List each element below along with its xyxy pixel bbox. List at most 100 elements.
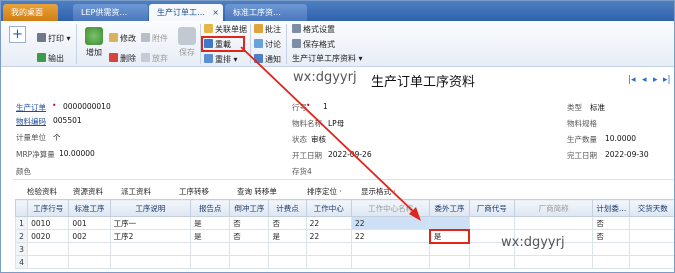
col-header[interactable]: 厂商代号 — [468, 199, 515, 217]
save-button[interactable]: 保存 — [177, 27, 197, 58]
cell[interactable]: 001 — [68, 216, 111, 230]
tab-standard-process[interactable]: 标准工序资… — [225, 4, 307, 21]
nav-last-icon[interactable]: ▸| — [663, 75, 671, 85]
add-button[interactable]: 增加 — [83, 27, 105, 58]
cell[interactable]: 否 — [229, 216, 270, 230]
tab-production-order-process[interactable]: 生产订单工… × — [149, 4, 223, 21]
col-header[interactable]: 计费点 — [268, 199, 307, 217]
cell[interactable]: 否 — [592, 229, 631, 243]
print-button[interactable]: 打印 ▾ — [37, 33, 71, 44]
cell[interactable]: 22 — [350, 216, 431, 230]
reorder-button[interactable]: 重排 ▾ — [204, 54, 238, 65]
cell[interactable] — [468, 216, 515, 230]
notify-button[interactable]: 通知 — [254, 54, 281, 65]
col-header[interactable]: 报告点 — [190, 199, 231, 217]
cell[interactable] — [190, 242, 231, 256]
cell[interactable] — [268, 242, 307, 256]
save-format-button[interactable]: 保存格式 — [292, 39, 335, 50]
col-header[interactable]: 交货天数 — [629, 199, 674, 217]
cell[interactable] — [629, 255, 674, 269]
cell[interactable] — [27, 255, 70, 269]
material-name-value[interactable]: LP母 — [328, 118, 344, 129]
cell[interactable] — [513, 255, 594, 269]
export-button[interactable]: 输出 — [37, 53, 64, 64]
display-format-button[interactable]: 显示格式 · — [361, 186, 396, 197]
cell[interactable]: 0010 — [27, 216, 70, 230]
order-label[interactable]: 生产订单 — [16, 102, 46, 113]
col-header[interactable]: 计划委… — [592, 199, 631, 217]
col-header[interactable]: 厂商简称 — [513, 199, 594, 217]
cell[interactable] — [68, 255, 111, 269]
report-select[interactable]: 生产订单工序资料 ▾ — [292, 54, 363, 64]
nav-next-icon[interactable]: ▸ — [653, 75, 658, 85]
cell[interactable] — [629, 242, 674, 256]
cell[interactable] — [229, 255, 270, 269]
add-small-button[interactable]: + — [9, 26, 26, 43]
col-header[interactable]: 工序说明 — [109, 199, 192, 217]
cell[interactable]: 22 — [305, 229, 352, 243]
cell[interactable]: 否 — [592, 216, 631, 230]
cell[interactable] — [190, 255, 231, 269]
cell[interactable] — [268, 255, 307, 269]
cell[interactable] — [592, 255, 631, 269]
nav-first-icon[interactable]: |◂ — [628, 75, 636, 85]
attach-button[interactable]: 附件 — [141, 33, 168, 44]
cell[interactable] — [429, 216, 470, 230]
cell[interactable] — [109, 255, 192, 269]
cell[interactable] — [109, 242, 192, 256]
modify-button[interactable]: 修改 — [109, 33, 136, 44]
col-header[interactable]: 工作中心名称 — [350, 199, 431, 217]
cell[interactable]: 22 — [350, 229, 431, 243]
mrp-value[interactable]: 10.00000 — [59, 149, 95, 158]
delete-button[interactable]: 删除 — [109, 53, 136, 64]
outsourced-cell-highlighted[interactable]: 是 — [428, 228, 471, 244]
cell[interactable] — [592, 242, 631, 256]
cell[interactable] — [629, 229, 674, 243]
col-header[interactable]: 标准工序 — [68, 199, 111, 217]
table-row[interactable]: 1 0010 001 工序一 是 否 否 22 22 否 — [14, 216, 674, 230]
cell[interactable]: 工序一 — [109, 216, 192, 230]
cell[interactable] — [229, 242, 270, 256]
cell[interactable] — [513, 216, 594, 230]
resource-data-button[interactable]: 资源资料 — [73, 186, 103, 197]
cell[interactable]: 是 — [190, 216, 231, 230]
cell[interactable] — [468, 255, 515, 269]
col-header[interactable]: 倒冲工序 — [229, 199, 270, 217]
col-header[interactable]: 委外工序 — [429, 199, 470, 217]
cell[interactable]: 否 — [268, 216, 307, 230]
cell[interactable] — [68, 242, 111, 256]
table-row[interactable]: 2 0020 002 工序2 是 否 是 22 22 是 否 — [14, 228, 674, 244]
dispatch-data-button[interactable]: 派工资料 — [121, 186, 151, 197]
finish-date-value[interactable]: 2022-09-30 — [605, 150, 649, 159]
cell[interactable] — [350, 242, 431, 256]
row-value[interactable]: 1 — [323, 102, 328, 111]
cell[interactable] — [429, 242, 470, 256]
cell[interactable] — [305, 255, 352, 269]
inspection-data-button[interactable]: 检验资料 — [27, 186, 57, 197]
approve-button[interactable]: 批注 — [254, 24, 281, 35]
tab-lep-supply[interactable]: LEP供需资… — [73, 4, 148, 21]
type-value[interactable]: 标准 — [590, 102, 605, 113]
nav-prev-icon[interactable]: ◂ — [642, 75, 647, 85]
cell[interactable]: 是 — [190, 229, 231, 243]
cell[interactable] — [429, 255, 470, 269]
table-row[interactable]: 4 — [14, 255, 674, 269]
cell[interactable] — [27, 242, 70, 256]
format-settings-button[interactable]: 格式设置 — [292, 24, 335, 35]
sort-locate-button[interactable]: 排序定位 · — [307, 186, 342, 197]
cell[interactable]: 22 — [305, 216, 352, 230]
unit-value[interactable]: 个 — [53, 132, 61, 143]
tab-my-desktop[interactable]: 我的桌面 — [3, 4, 58, 21]
col-header[interactable]: 工序行号 — [27, 199, 70, 217]
query-transfer-button[interactable]: 查询 转移单 — [237, 186, 277, 197]
cell[interactable]: 是 — [268, 229, 307, 243]
cell[interactable]: 否 — [229, 229, 270, 243]
abandon-button[interactable]: 放弃 — [141, 53, 168, 64]
close-icon[interactable]: × — [212, 4, 219, 21]
cell[interactable]: 工序2 — [109, 229, 192, 243]
cell[interactable]: 002 — [68, 229, 111, 243]
order-value[interactable]: 0000000010 — [63, 102, 111, 111]
cell[interactable] — [350, 255, 431, 269]
process-transfer-button[interactable]: 工序转移 — [179, 186, 209, 197]
material-code-label[interactable]: 物料编码 — [16, 116, 46, 127]
